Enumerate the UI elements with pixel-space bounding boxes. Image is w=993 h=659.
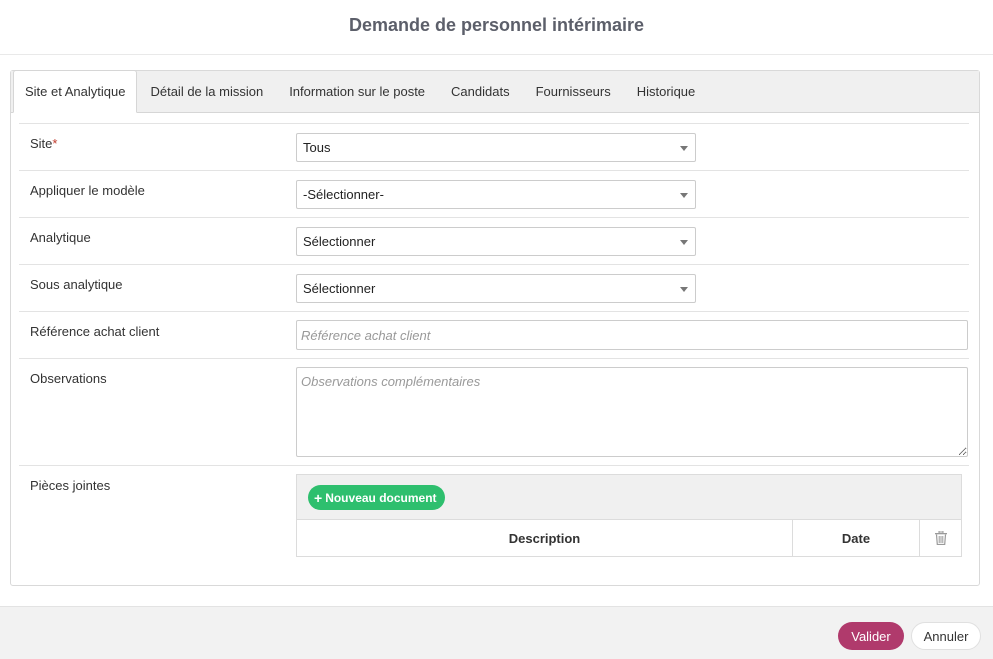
tab-information-poste[interactable]: Information sur le poste (276, 70, 438, 112)
new-document-button[interactable]: + Nouveau document (308, 485, 445, 510)
page-title: Demande de personnel intérimaire (348, 14, 645, 35)
trash-icon-svg (934, 531, 947, 545)
form-row-purchase-ref: Référence achat client (19, 311, 969, 358)
purchase-ref-label: Référence achat client (30, 324, 160, 339)
chevron-down-icon (680, 287, 688, 292)
site-label: Site* (30, 136, 58, 151)
form-row-observations: Observations (19, 358, 969, 465)
attachments-table-header: Description Date (296, 519, 962, 557)
form-row-site: Site* Tous (19, 123, 969, 170)
model-label: Appliquer le modèle (30, 183, 145, 198)
form-panel: Site et Analytique Détail de la mission … (10, 70, 980, 586)
trash-icon[interactable] (920, 520, 961, 556)
tab-bar: Site et Analytique Détail de la mission … (11, 70, 979, 113)
model-select-value: -Sélectionner- (303, 187, 384, 202)
attachments-box: + Nouveau document Description Date (296, 474, 962, 557)
site-select[interactable]: Tous (296, 133, 696, 162)
form-row-attachments: Pièces jointes + Nouveau document Descri… (19, 465, 969, 565)
required-mark: * (52, 136, 58, 151)
validate-button[interactable]: Valider (838, 622, 904, 650)
chevron-down-icon (680, 240, 688, 245)
plus-icon: + (314, 489, 323, 506)
purchase-ref-input[interactable] (296, 320, 968, 350)
observations-textarea[interactable] (296, 367, 968, 457)
site-select-value: Tous (303, 140, 331, 155)
analytic-label: Analytique (30, 230, 91, 245)
chevron-down-icon (680, 193, 688, 198)
column-header-description: Description (297, 520, 793, 556)
attachments-toolbar: + Nouveau document (296, 474, 962, 519)
modal-footer: Valider Annuler (0, 606, 993, 659)
cancel-button[interactable]: Annuler (911, 622, 981, 650)
tab-fournisseurs[interactable]: Fournisseurs (523, 70, 624, 112)
analytic-select-value: Sélectionner (303, 234, 376, 249)
sub-analytic-label: Sous analytique (30, 277, 123, 292)
form-row-model: Appliquer le modèle -Sélectionner- (19, 170, 969, 217)
modal-header: Demande de personnel intérimaire (0, 0, 993, 55)
chevron-down-icon (680, 146, 688, 151)
sub-analytic-select[interactable]: Sélectionner (296, 274, 696, 303)
form-row-analytic: Analytique Sélectionner (19, 217, 969, 264)
model-select[interactable]: -Sélectionner- (296, 180, 696, 209)
tab-site-analytique[interactable]: Site et Analytique (13, 70, 138, 113)
tab-detail-mission[interactable]: Détail de la mission (137, 70, 276, 112)
attachments-label: Pièces jointes (30, 478, 111, 493)
new-document-label: Nouveau document (325, 490, 437, 505)
column-header-date: Date (793, 520, 920, 556)
sub-analytic-select-value: Sélectionner (303, 281, 376, 296)
form-row-sub-analytic: Sous analytique Sélectionner (19, 264, 969, 311)
observations-label: Observations (30, 371, 107, 386)
tab-candidats[interactable]: Candidats (438, 70, 523, 112)
tab-historique[interactable]: Historique (624, 70, 709, 112)
analytic-select[interactable]: Sélectionner (296, 227, 696, 256)
